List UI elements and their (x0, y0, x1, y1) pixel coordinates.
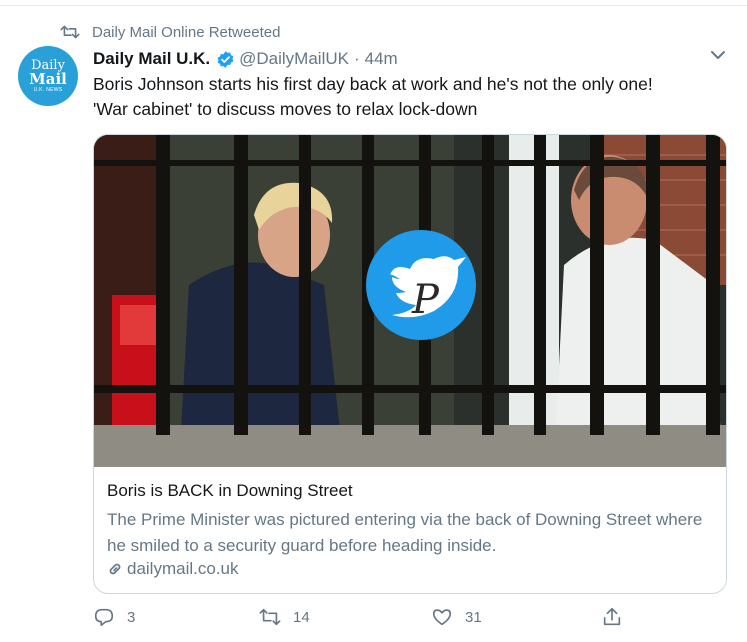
retweet-count: 14 (293, 608, 310, 626)
card-image[interactable]: P (94, 135, 726, 467)
retweet-context[interactable]: Daily Mail Online Retweeted (60, 22, 280, 42)
tweet-text-line: Boris Johnson starts his first day back … (93, 74, 653, 94)
tweet-text: Boris Johnson starts his first day back … (93, 72, 723, 122)
retweet-label: Daily Mail Online Retweeted (92, 23, 281, 41)
watermark-badge: P (366, 230, 476, 340)
tweet-header: Daily Mail U.K. @DailyMailUK · 44m (93, 46, 398, 72)
top-divider (0, 0, 747, 6)
avatar-logo-line3: U.K. NEWS (33, 86, 63, 93)
retweet-icon (259, 608, 281, 626)
share-button[interactable] (601, 606, 635, 628)
link-card[interactable]: P Boris is BACK in Downing Street The Pr… (93, 134, 727, 594)
avatar-logo-line2: Mail (29, 69, 67, 88)
avatar[interactable]: Daily Mail U.K. NEWS (18, 46, 78, 106)
like-count: 31 (465, 608, 482, 626)
author-handle[interactable]: @DailyMailUK (239, 49, 349, 69)
link-icon (109, 563, 121, 575)
header-separator: · (353, 49, 360, 68)
tweet-timestamp[interactable]: 44m (365, 49, 398, 69)
chevron-down-icon[interactable] (709, 48, 727, 62)
heart-icon (432, 609, 452, 626)
photo-through-railings: P (94, 135, 726, 467)
author-name[interactable]: Daily Mail U.K. (93, 49, 210, 69)
card-title[interactable]: Boris is BACK in Downing Street (107, 481, 353, 501)
card-description: The Prime Minister was pictured entering… (107, 510, 703, 555)
card-link[interactable]: dailymail.co.uk (107, 559, 239, 579)
watermark-letter: P (411, 277, 440, 323)
retweet-button[interactable]: 14 (259, 606, 310, 628)
card-link-text: dailymail.co.uk (127, 559, 239, 578)
reply-icon (94, 608, 114, 627)
reply-button[interactable]: 3 (93, 606, 135, 628)
like-button[interactable]: 31 (431, 606, 482, 628)
retweet-icon (60, 25, 80, 39)
reply-count: 3 (127, 608, 136, 626)
share-icon (603, 607, 621, 626)
tweet-actions: 3 14 31 (93, 606, 727, 634)
verified-badge-icon (217, 50, 234, 68)
tweet-text-line: 'War cabinet' to discuss moves to relax … (93, 99, 478, 119)
